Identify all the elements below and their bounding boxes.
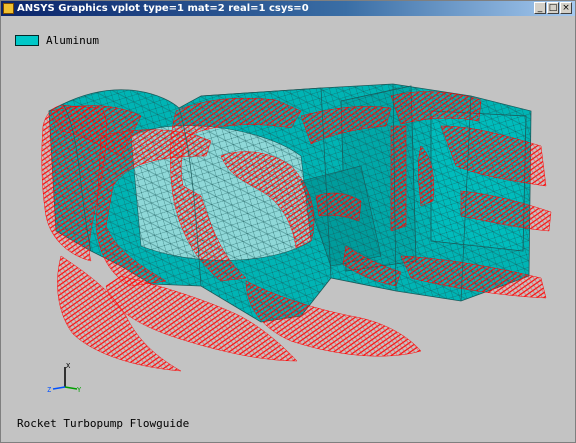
title-bar[interactable]: ANSYS Graphics vplot type=1 mat=2 real=1… — [1, 1, 575, 16]
window-title: ANSYS Graphics vplot type=1 mat=2 real=1… — [17, 3, 309, 14]
plot-caption: Rocket Turbopump Flowguide — [17, 417, 190, 430]
minimize-icon[interactable]: _ — [534, 2, 546, 14]
window-controls: _ □ × — [534, 2, 572, 14]
material-legend: Aluminum — [15, 34, 99, 47]
ansys-app-icon[interactable] — [3, 3, 14, 14]
triad-x-label: X — [66, 362, 71, 370]
close-icon[interactable]: × — [560, 2, 572, 14]
turbopump-model-plot — [41, 83, 552, 372]
triad-y-label: Y — [77, 386, 82, 393]
ansys-graphics-window: ANSYS Graphics vplot type=1 mat=2 real=1… — [0, 0, 576, 443]
graphics-viewport[interactable]: Aluminum X Z Y Rocket Turbopump Flowguid… — [1, 16, 575, 442]
triad-z-label: Z — [47, 386, 51, 393]
material-color-swatch — [15, 35, 39, 46]
maximize-icon[interactable]: □ — [547, 2, 559, 14]
material-label: Aluminum — [46, 34, 99, 47]
coordinate-triad: X Z Y — [47, 362, 82, 393]
